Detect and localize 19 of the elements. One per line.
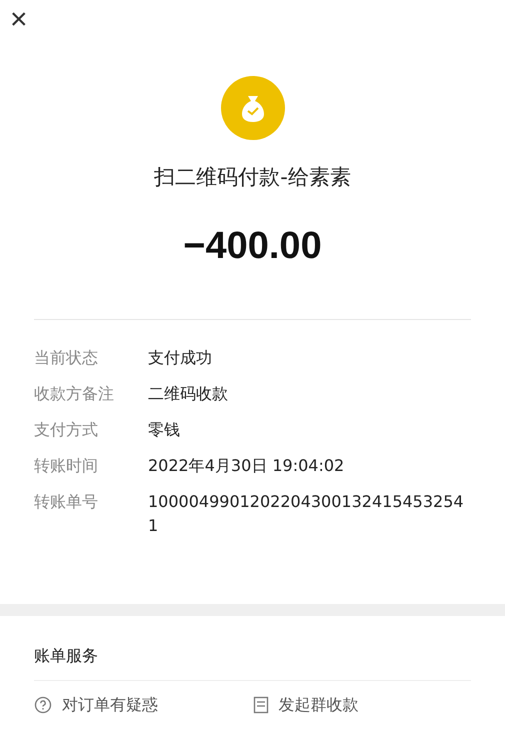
service-link[interactable]: 对订单有疑惑 <box>34 692 252 716</box>
detail-value: 2022年4月30日 19:04:02 <box>148 454 346 476</box>
payment-title: 扫二维码付款-给素素 <box>154 164 351 191</box>
detail-value: 零钱 <box>148 418 181 440</box>
section-title: 账单服务 <box>34 644 99 666</box>
document-icon <box>252 696 268 714</box>
detail-label: 转账单号 <box>34 490 99 512</box>
detail-label: 转账时间 <box>34 454 99 476</box>
detail-label: 支付方式 <box>34 418 99 440</box>
detail-value: 二维码收款 <box>148 382 229 404</box>
payment-amount: −400.00 <box>183 224 322 268</box>
detail-value: 10000499012022043001324154532541 <box>148 490 465 536</box>
detail-value: 支付成功 <box>148 346 213 368</box>
service-link[interactable]: 发起群收款 <box>252 692 471 716</box>
close-button[interactable]: × <box>8 5 30 35</box>
question-icon <box>34 696 52 714</box>
detail-label: 收款方备注 <box>34 382 115 404</box>
detail-label: 当前状态 <box>34 346 99 368</box>
money-bag-icon <box>220 76 284 140</box>
